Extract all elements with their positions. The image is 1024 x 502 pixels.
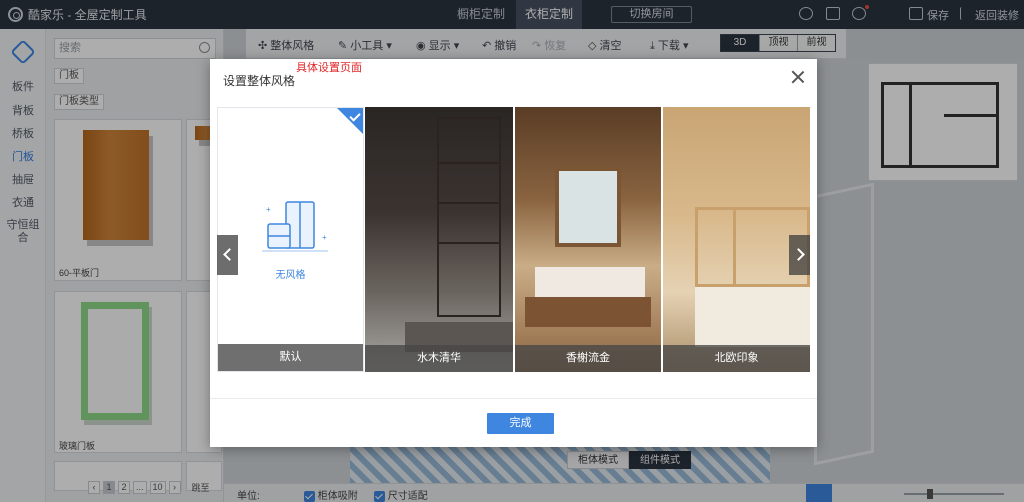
- style-dialog: 设置整体风格 具体设置页面 + + 无风格 默认 水木清华 香榭流金 北欧印象 …: [210, 59, 817, 447]
- prev-arrow-icon[interactable]: [217, 235, 238, 275]
- svg-text:+: +: [322, 233, 327, 242]
- dialog-title: 设置整体风格: [223, 74, 296, 88]
- window-image: [555, 167, 621, 247]
- style-card-beiou[interactable]: 北欧印象: [663, 107, 810, 372]
- dialog-divider: [210, 398, 817, 399]
- next-arrow-icon[interactable]: [789, 235, 810, 275]
- no-style-text: 无风格: [275, 270, 306, 281]
- bed-image: [535, 267, 645, 297]
- svg-text:+: +: [266, 205, 271, 214]
- cabinet-doors-image: [695, 287, 810, 347]
- shelf-line: [437, 242, 501, 244]
- style-caption: 默认: [218, 344, 363, 371]
- shelf-divider: [733, 207, 736, 287]
- style-caption: 北欧印象: [663, 345, 810, 372]
- shelf-image: [437, 117, 501, 317]
- shelf-line: [437, 162, 501, 164]
- style-card-default[interactable]: + + 无风格 默认: [217, 107, 364, 372]
- style-caption: 水木清华: [365, 345, 513, 372]
- annotation-text: 具体设置页面: [296, 62, 362, 74]
- wardrobe-icon: + +: [262, 201, 328, 252]
- style-card-xiangxie[interactable]: 香榭流金: [515, 107, 661, 372]
- style-caption: 香榭流金: [515, 345, 661, 372]
- close-icon[interactable]: [791, 70, 805, 84]
- bed-base-image: [525, 297, 651, 327]
- done-button[interactable]: 完成: [487, 413, 554, 434]
- style-card-shuimu[interactable]: 水木清华: [365, 107, 513, 372]
- selected-corner: [337, 108, 363, 134]
- shelf-line: [437, 202, 501, 204]
